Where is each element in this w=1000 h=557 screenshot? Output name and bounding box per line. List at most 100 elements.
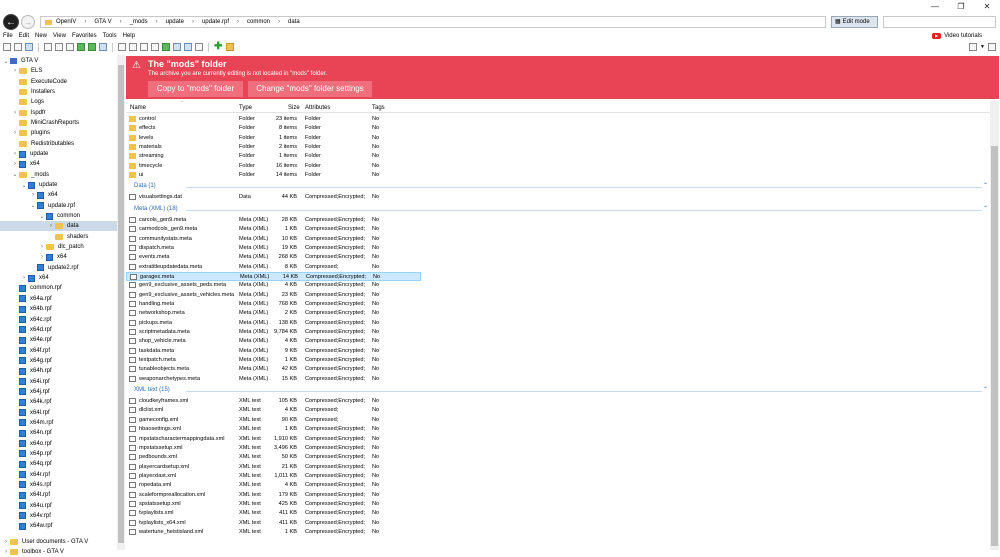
chevron-right-icon[interactable]: › [11,68,19,74]
tree-scrollbar[interactable] [117,55,125,550]
properties-icon[interactable] [195,43,203,51]
folder-row[interactable]: timecycle Folder 16 items Folder No [126,162,990,171]
menu-tools[interactable]: Tools [103,31,117,41]
tree-node[interactable]: ⌄ _mods [11,170,49,180]
preview-pane-icon[interactable] [988,43,996,51]
tree-node[interactable]: x64i.rpf [11,377,50,387]
breadcrumb-item[interactable]: update [166,19,184,25]
file-row[interactable]: gen9_exclusive_assets_vehicles.meta Meta … [126,291,990,300]
cut-icon[interactable] [44,43,52,51]
file-row[interactable]: handling.meta Meta (XML) 768 KB Compressed;… [126,300,990,309]
scrollbar-thumb[interactable] [118,65,124,543]
folder-row[interactable]: materials Folder 2 items Folder No [126,143,990,152]
file-row[interactable]: tunableobjects.meta Meta (XML) 42 KB Compre… [126,365,990,374]
copy-icon[interactable] [55,43,63,51]
tree-node[interactable]: x64v.rpf [11,511,51,521]
back-button[interactable]: ← [3,14,19,30]
file-row[interactable]: carcols_gen9.meta Meta (XML) 28 KB Compress… [126,216,990,225]
breadcrumb-item[interactable]: GTA V [94,19,111,25]
menu-new[interactable]: New [35,31,47,41]
tree-node[interactable]: Logs [11,97,44,107]
menu-help[interactable]: Help [123,31,135,41]
copy-to-mods-button[interactable]: Copy to "mods" folder [148,81,243,97]
column-attributes[interactable]: Attributes [305,105,330,111]
details-view-icon[interactable] [969,43,978,51]
tree-node[interactable]: ⌄ update.rpf [29,201,75,211]
column-tags[interactable]: Tags [372,105,385,111]
chevron-down-icon[interactable]: ⌄ [20,182,28,189]
breadcrumb-item[interactable]: _mods [130,19,148,25]
tree-node[interactable]: › plugins [11,128,50,138]
file-row[interactable]: communitystats.meta Meta (XML) 10 KB Compre… [126,235,990,244]
tree-node[interactable]: x64t.rpf [11,490,50,500]
folder-icon[interactable] [226,43,234,51]
tree-node[interactable]: ⌄ common [38,211,80,221]
chevron-right-icon[interactable]: › [29,192,37,198]
file-list-scrollbar[interactable] [990,101,999,550]
group-header[interactable]: Meta (XML) (18) ⌃ [126,204,990,214]
file-row[interactable]: tvplaylists.xml XML text 411 KB Compressed;… [126,509,990,518]
file-row[interactable]: watertune_heistisland.xml XML text 1 KB Com… [126,528,990,537]
tree-node[interactable]: x64s.rpf [11,480,51,490]
edit-icon[interactable] [129,43,137,51]
tree-node[interactable]: x64k.rpf [11,397,51,407]
file-row[interactable]: playercardsetup.xml XML text 21 KB Compress… [126,463,990,472]
group-header[interactable]: XML text (15) ⌃ [126,385,990,395]
forward-button[interactable]: → [21,15,35,29]
chevron-right-icon[interactable]: › [38,244,46,250]
open-icon[interactable] [118,43,126,51]
tree-node[interactable]: x64n.rpf [11,428,52,438]
edit-mode-button[interactable]: ▦ Edit mode [831,16,878,28]
chevron-down-icon[interactable]: ⌄ [29,202,37,209]
chevron-right-icon[interactable]: › [38,254,46,260]
new-folder-icon[interactable] [14,43,22,51]
tree-node[interactable]: › update [11,149,48,159]
tree-node[interactable]: Redistributables [11,139,74,149]
folder-row[interactable]: effects Folder 8 items Folder No [126,124,990,133]
replace-icon[interactable] [140,43,148,51]
file-row[interactable]: ropedata.xml XML text 4 KB Compressed;Encry… [126,481,990,490]
file-row[interactable]: gen9_exclusive_assets_peds.meta Meta (XML… [126,281,990,290]
tree-node[interactable]: x64o.rpf [11,439,52,449]
tree-node[interactable]: x64g.rpf [11,356,52,366]
file-row[interactable]: mpstatscharactermappingdata.xml XML text 1… [126,435,990,444]
file-row[interactable]: pedbounds.xml XML text 50 KB Compressed;Enc… [126,453,990,462]
file-row[interactable]: events.meta Meta (XML) 268 KB Compressed;En… [126,253,990,262]
tree-node[interactable]: x64a.rpf [11,294,52,304]
file-row[interactable]: playerxlast.xml XML text 1,011 KB Compresse… [126,472,990,481]
tree-node[interactable]: x64w.rpf [11,521,52,531]
chevron-down-icon[interactable]: ⌄ [38,213,46,220]
breadcrumb-item[interactable]: OpenIV [56,19,76,25]
file-row[interactable]: networkshop.meta Meta (XML) 2 KB Compressed… [126,309,990,318]
tree-node[interactable]: › x64 [29,190,58,200]
address-bar[interactable]: OpenIV › GTA V › _mods › update › update.rpf › com… [40,16,826,28]
tree-node[interactable]: › lspdfr [11,108,46,118]
change-mods-settings-button[interactable]: Change "mods" folder settings [248,81,372,97]
column-type[interactable]: Type [239,105,252,111]
add-icon[interactable] [162,43,170,51]
tree-node[interactable]: shaders [47,232,88,242]
file-row[interactable]: carmodcols_gen9.meta Meta (XML) 1 KB Compre… [126,225,990,234]
breadcrumb-item[interactable]: update.rpf [202,19,229,25]
tree-node[interactable]: Installers [11,87,55,97]
tree-node[interactable]: › x64 [38,252,67,262]
chevron-right-icon[interactable]: › [11,161,19,167]
video-tutorials-link[interactable]: ▶ Video tutorials [932,31,982,41]
export-icon[interactable] [99,43,107,51]
file-row[interactable]: pickups.meta Meta (XML) 138 KB Compressed;E… [126,319,990,328]
tree-node[interactable]: › User documents - GTA V [2,537,88,547]
menu-edit[interactable]: Edit [19,31,29,41]
folder-row[interactable]: ui Folder 14 items Folder No [126,171,990,180]
file-row[interactable]: spstatssetup.xml XML text 425 KB Compressed… [126,500,990,509]
file-row[interactable]: tvplaylists_x64.xml XML text 411 KB Compres… [126,519,990,528]
tree-node[interactable]: x64u.rpf [11,501,52,511]
tree-node[interactable]: ⌄ GTA V [2,56,38,66]
chevron-right-icon[interactable]: › [11,130,19,136]
chevron-right-icon[interactable]: › [47,223,55,229]
tree-node[interactable]: x64d.rpf [11,325,52,335]
file-row[interactable]: cloudkeyframes.xml XML text 105 KB Compress… [126,397,990,406]
tree-node[interactable]: › dlc_patch [38,242,84,252]
chevron-right-icon[interactable]: › [11,151,19,157]
tree-node[interactable]: x64c.rpf [11,315,51,325]
chevron-right-icon[interactable]: › [2,539,10,545]
